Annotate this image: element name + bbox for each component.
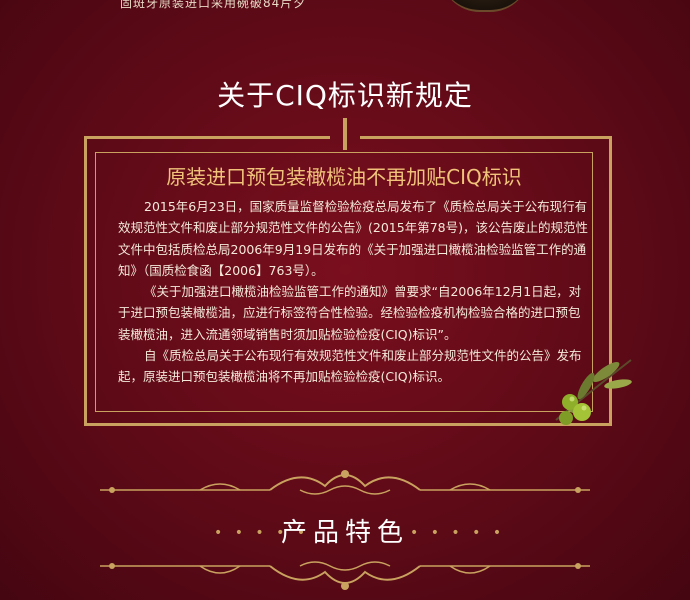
dots-right: • • • • •	[410, 525, 506, 541]
title-connector	[343, 118, 347, 150]
info-paragraph: 自《质检总局关于公布现行有效规范性文件和废止部分规范性文件的公告》发布起，原装进…	[118, 348, 582, 385]
info-paragraph: 《关于加强进口橄榄油检验监管工作的通知》曾要求“自2006年12月1日起，对于进…	[118, 284, 582, 342]
info-paragraph: 2015年6月23日，国家质量监督检验检疫总局发布了《质检总局关于公布现行有效规…	[118, 199, 588, 278]
info-body: 2015年6月23日，国家质量监督检验检疫总局发布了《质检总局关于公布现行有效规…	[118, 196, 592, 388]
ornament-bottom	[100, 561, 590, 590]
section-title: 关于CIQ标识新规定	[217, 79, 473, 112]
olive-branch-icon	[555, 359, 632, 425]
bottle-image	[440, 0, 530, 12]
info-heading: 原装进口预包装橄榄油不再加贴CIQ标识	[166, 165, 522, 189]
top-caption: 固斑牙原装进口采用碗破84片夕	[120, 0, 307, 10]
features-title: 产品特色	[280, 518, 409, 548]
ornament-top	[100, 470, 590, 495]
